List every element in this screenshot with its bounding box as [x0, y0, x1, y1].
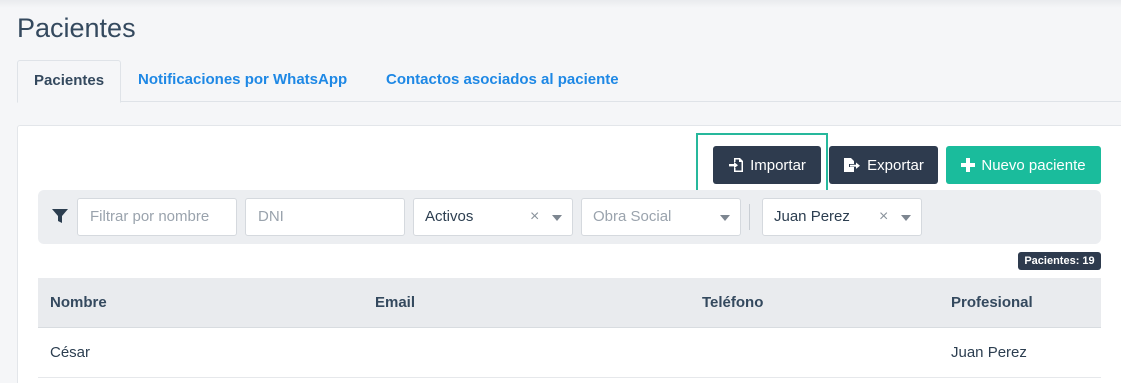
filter-divider [749, 204, 750, 230]
status-select-value: Activos [425, 208, 474, 225]
name-filter-input[interactable] [90, 199, 224, 234]
cell-profesional: Juan Perez [951, 344, 1027, 361]
column-header-telefono[interactable]: Teléfono [702, 278, 763, 328]
status-select[interactable]: Activos × [413, 198, 573, 236]
page-title: Pacientes [17, 13, 136, 43]
insurance-select[interactable]: Obra Social [581, 198, 741, 236]
cell-nombre[interactable]: César [50, 328, 90, 378]
professional-clear-icon[interactable]: × [879, 199, 888, 235]
insurance-chevron-down-icon[interactable] [720, 215, 730, 221]
column-header-profesional[interactable]: Profesional [951, 278, 1033, 328]
tab-contactos-asociados[interactable]: Contactos asociados al paciente [386, 60, 619, 102]
file-export-icon [844, 158, 861, 172]
status-clear-icon[interactable]: × [530, 199, 539, 235]
tab-pacientes[interactable]: Pacientes [17, 60, 122, 103]
new-patient-button[interactable]: Nuevo paciente [946, 146, 1101, 184]
status-chevron-down-icon[interactable] [552, 215, 562, 221]
plus-icon [961, 158, 976, 172]
export-label: Exportar [867, 156, 924, 174]
filter-icon [52, 209, 68, 223]
dni-filter-input[interactable] [258, 199, 392, 234]
professional-chevron-down-icon[interactable] [901, 215, 911, 221]
import-button-highlight [696, 133, 828, 195]
insurance-select-placeholder: Obra Social [593, 208, 672, 225]
table-row[interactable]: César Juan Perez [38, 328, 1101, 378]
export-button[interactable]: Exportar [829, 146, 938, 184]
tab-bar: Pacientes Notificaciones por WhatsApp Co… [17, 60, 1121, 103]
top-shadow [0, 0, 1121, 8]
filter-bar: Activos × Obra Social Juan Perez × [38, 190, 1101, 244]
professional-select[interactable]: Juan Perez × [762, 198, 922, 236]
professional-select-value: Juan Perez [774, 208, 850, 225]
name-filter-field[interactable] [77, 198, 237, 236]
tab-notificaciones-whatsapp[interactable]: Notificaciones por WhatsApp [138, 60, 347, 102]
column-header-nombre[interactable]: Nombre [50, 278, 107, 328]
patients-count-badge: Pacientes: 19 [1018, 252, 1101, 270]
new-patient-label: Nuevo paciente [981, 156, 1086, 174]
column-header-email[interactable]: Email [375, 278, 415, 328]
table-header: Nombre Email Teléfono Profesional [38, 278, 1101, 328]
dni-filter-field[interactable] [245, 198, 405, 236]
